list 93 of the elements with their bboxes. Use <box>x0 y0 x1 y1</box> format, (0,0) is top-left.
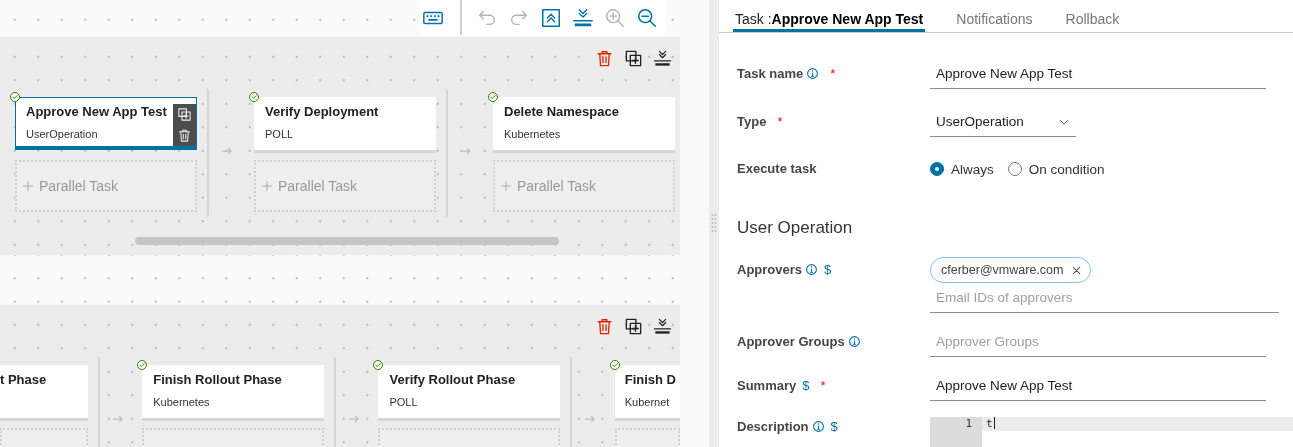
radio-option[interactable]: Always <box>930 161 994 177</box>
trash-icon <box>595 317 614 336</box>
approvers-field[interactable]: Email IDs of approvers <box>930 283 1279 313</box>
task-card[interactable]: Finish D Kubernet <box>614 365 680 418</box>
duplicate-icon <box>176 107 192 122</box>
close-icon <box>1071 264 1083 276</box>
duplicate-icon <box>624 317 643 336</box>
text-field[interactable]: Approver Groups <box>930 327 1266 357</box>
delete-task-button[interactable] <box>176 128 192 143</box>
code-editor[interactable]: 1 t <box>930 417 1293 447</box>
task-name: Finish D <box>624 372 676 387</box>
check-circle-icon <box>136 359 149 371</box>
plus-icon <box>499 179 513 193</box>
arrow-icon <box>460 145 472 157</box>
zoom-out-button[interactable] <box>636 6 658 29</box>
type-dropdown[interactable]: UserOperation <box>930 107 1076 137</box>
required-marker: * <box>820 378 826 393</box>
check-circle-icon <box>9 91 21 103</box>
task-card[interactable]: Verify Deployment POLL <box>254 97 436 150</box>
task-type: Kubernetes <box>504 128 562 140</box>
variable-marker: $ <box>824 262 832 277</box>
task-card[interactable]: Verify Rollout Phase POLL <box>378 365 561 418</box>
plus-icon <box>260 179 274 193</box>
info-icon[interactable] <box>847 335 861 348</box>
text-field[interactable]: Approve New App Test <box>930 59 1266 89</box>
field-label: Execute task <box>737 161 817 176</box>
task-name: Verify Deployment <box>265 104 380 119</box>
plus-icon <box>21 179 35 193</box>
variable-marker: $ <box>802 378 810 393</box>
task-type: Kubernetes <box>153 396 211 408</box>
export-stage-button[interactable] <box>653 317 672 335</box>
duplicate-icon <box>624 49 643 68</box>
duplicate-stage-button[interactable] <box>624 317 643 335</box>
delete-stage-button[interactable] <box>595 317 614 335</box>
arrow-icon <box>112 413 124 425</box>
tab[interactable]: Task :Approve New App Test <box>733 0 926 32</box>
field-label: Approver Groups <box>737 334 845 349</box>
section-heading: User Operation <box>737 217 853 238</box>
arrow-icon <box>584 413 597 425</box>
task-type: Kubernet <box>624 396 671 408</box>
arrow-icon <box>348 413 361 425</box>
tray-icon <box>653 317 672 336</box>
remove-chip-button[interactable] <box>1071 264 1083 276</box>
task-card[interactable]: Finish Rollout Phase Kubernetes <box>142 365 325 418</box>
check-circle-icon <box>487 91 499 103</box>
line-number: 1 <box>930 417 982 431</box>
duplicate-stage-button[interactable] <box>624 49 643 67</box>
info-icon[interactable] <box>811 420 825 433</box>
radio-option[interactable]: On condition <box>1007 161 1105 177</box>
delete-stage-button[interactable] <box>595 49 614 67</box>
field-label: Description <box>737 419 809 434</box>
field-label: Approvers <box>737 262 803 277</box>
tab[interactable]: Rollback <box>1063 0 1122 32</box>
collapse-icon <box>540 6 562 29</box>
duplicate-task-button[interactable] <box>176 107 192 122</box>
task-type: UserOperation <box>26 128 99 140</box>
field-label: Summary <box>737 378 797 393</box>
check-circle-icon <box>608 359 621 371</box>
tab[interactable]: Notifications <box>954 0 1035 32</box>
export-stage-button[interactable] <box>653 49 672 67</box>
task-card[interactable]: Delete Namespace Kubernetes <box>493 97 675 150</box>
radio-indicator[interactable] <box>1007 162 1022 176</box>
check-circle-icon <box>372 359 385 371</box>
info-icon[interactable] <box>806 67 820 80</box>
task-type: POLL <box>389 396 419 408</box>
check-circle-icon <box>248 91 260 103</box>
task-name: Delete Namespace <box>504 104 620 119</box>
task-name: t Phase <box>0 372 48 387</box>
field-label: Task name <box>737 66 804 81</box>
task-card[interactable]: Approve New App Test UserOperation <box>15 97 197 150</box>
variable-marker: $ <box>830 419 838 434</box>
zoom-in-icon <box>604 6 626 29</box>
resize-handle[interactable] <box>711 212 717 235</box>
expand-button[interactable] <box>572 6 594 29</box>
task-card[interactable]: t Phase <box>0 365 88 418</box>
collapse-button[interactable] <box>540 6 562 29</box>
info-icon[interactable] <box>805 263 819 276</box>
task-name: Finish Rollout Phase <box>153 372 283 387</box>
expand-icon <box>572 6 594 29</box>
task-name: Approve New App Test <box>26 104 167 119</box>
required-marker: * <box>777 114 783 129</box>
task-name: Verify Rollout Phase <box>389 372 517 387</box>
trash-icon <box>176 128 192 143</box>
zoom-out-icon <box>636 6 658 29</box>
horizontal-scrollbar[interactable] <box>135 237 559 245</box>
task-type: POLL <box>265 128 295 140</box>
required-marker: * <box>830 66 836 81</box>
arrow-icon <box>221 145 233 157</box>
trash-icon <box>595 49 614 68</box>
text-field[interactable]: Approve New App Test <box>930 371 1266 401</box>
radio-indicator[interactable] <box>930 162 944 176</box>
field-label: Type <box>737 114 767 129</box>
tray-icon <box>653 49 672 68</box>
